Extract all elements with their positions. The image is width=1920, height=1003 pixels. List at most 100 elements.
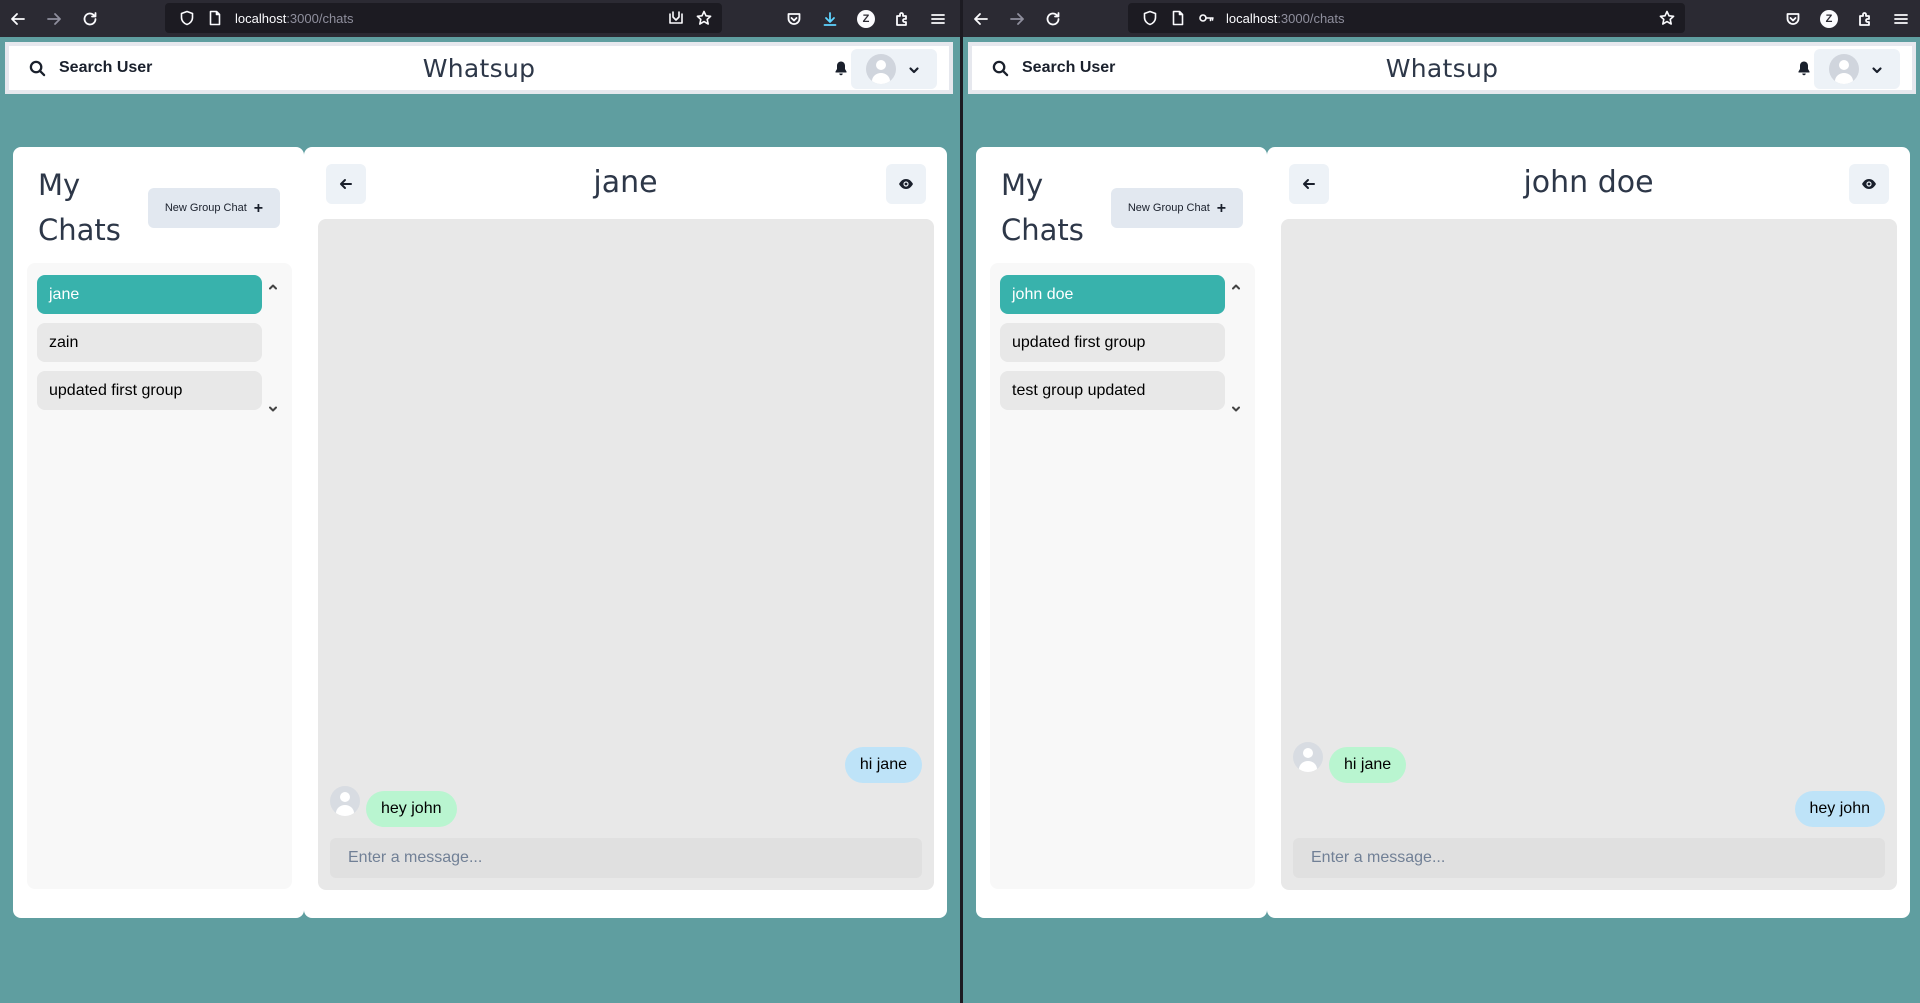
- chat-list-scrollbar[interactable]: [1230, 275, 1242, 412]
- url-host: localhost: [1226, 10, 1278, 26]
- shield-icon[interactable]: [173, 3, 201, 33]
- url-text[interactable]: localhost:3000/chats: [235, 11, 662, 26]
- chat-list-item[interactable]: updated first group: [1000, 323, 1225, 362]
- chat-list-item[interactable]: jane: [37, 275, 262, 314]
- chat-name: john doe: [1012, 285, 1074, 303]
- menu-hamburger-icon[interactable]: [920, 0, 956, 37]
- reload-icon[interactable]: [72, 0, 108, 37]
- shield-icon[interactable]: [1136, 3, 1164, 33]
- search-user-label: Search User: [1022, 59, 1116, 76]
- message-text: hi jane: [1344, 756, 1392, 773]
- chat-list-item[interactable]: zain: [37, 323, 262, 362]
- avatar: [1293, 742, 1323, 772]
- new-group-chat-label: New Group Chat: [1127, 202, 1210, 214]
- new-group-chat-label: New Group Chat: [164, 202, 247, 214]
- scroll-up-icon[interactable]: [1232, 278, 1240, 290]
- message-bubble-sent: hi jane: [844, 747, 922, 783]
- view-profile-button[interactable]: [886, 164, 926, 204]
- message-input[interactable]: [1293, 838, 1885, 878]
- my-chats-title: My Chats: [38, 168, 121, 247]
- new-group-chat-button[interactable]: New Group Chat +: [148, 188, 280, 228]
- chat-name: jane: [49, 285, 80, 303]
- message-text: hey john: [381, 800, 442, 817]
- url-text[interactable]: localhost:3000/chats: [1226, 11, 1653, 26]
- chat-list[interactable]: john doe updated first group test group …: [1000, 275, 1225, 411]
- back-arrow-icon[interactable]: [0, 0, 36, 37]
- chat-list-box: john doe updated first group test group …: [990, 263, 1255, 889]
- back-button[interactable]: [326, 164, 366, 204]
- view-profile-button[interactable]: [1849, 164, 1889, 204]
- plus-icon: +: [1216, 199, 1227, 217]
- avatar: [866, 54, 896, 84]
- key-icon[interactable]: [1192, 3, 1220, 33]
- bell-icon[interactable]: [1796, 60, 1812, 76]
- page-icon[interactable]: [1164, 3, 1192, 33]
- scroll-down-icon[interactable]: [269, 400, 277, 412]
- profile-menu-button[interactable]: [1814, 49, 1900, 89]
- bookmark-star-icon[interactable]: [690, 3, 718, 33]
- search-user-button[interactable]: Search User: [992, 48, 1192, 88]
- message-bubble-received: hey john: [366, 791, 457, 827]
- url-path: :3000/chats: [1277, 10, 1345, 26]
- message-text: hi jane: [859, 756, 907, 773]
- message-bubble-received: hi jane: [1329, 747, 1407, 783]
- url-host: localhost: [235, 10, 287, 26]
- z-extension-icon[interactable]: Z: [848, 0, 884, 37]
- chevron-down-icon: [908, 63, 920, 75]
- browser-window-left: localhost:3000/chats Z Search User Whats…: [0, 0, 960, 1003]
- url-path: :3000/chats: [286, 10, 354, 26]
- search-user-label: Search User: [59, 59, 153, 76]
- url-bar[interactable]: localhost:3000/chats: [1128, 3, 1685, 33]
- bell-icon[interactable]: [833, 60, 849, 76]
- browser-window-right: localhost:3000/chats Z Search User Whats…: [963, 0, 1920, 1003]
- search-icon: [992, 60, 1009, 76]
- scroll-up-icon[interactable]: [269, 278, 277, 290]
- search-icon: [29, 60, 46, 76]
- reader-view-icon[interactable]: [662, 3, 690, 33]
- url-bar[interactable]: localhost:3000/chats: [165, 3, 722, 33]
- messages-area: hi jane hey john: [1281, 219, 1897, 890]
- my-chats-title: My Chats: [1001, 168, 1084, 247]
- extensions-puzzle-icon[interactable]: [1847, 0, 1883, 37]
- forward-arrow-icon[interactable]: [36, 0, 72, 37]
- reload-icon[interactable]: [1035, 0, 1071, 37]
- my-chats-panel: My Chats New Group Chat + john doe update…: [976, 147, 1267, 918]
- menu-hamburger-icon[interactable]: [1883, 0, 1919, 37]
- bookmark-star-icon[interactable]: [1653, 3, 1681, 33]
- chat-list-scrollbar[interactable]: [267, 275, 279, 412]
- pocket-icon[interactable]: [776, 0, 812, 37]
- app-header: Search User Whatsup: [968, 42, 1916, 94]
- chat-list-item[interactable]: john doe: [1000, 275, 1225, 314]
- chat-list-item[interactable]: updated first group: [37, 371, 262, 410]
- message-bubble-sent: hey john: [1794, 791, 1885, 827]
- chat-title: jane: [593, 165, 658, 200]
- extensions-puzzle-icon[interactable]: [884, 0, 920, 37]
- profile-menu-button[interactable]: [851, 49, 937, 89]
- eye-icon: [899, 179, 913, 189]
- message-text: hey john: [1809, 800, 1871, 817]
- browser-toolbar: localhost:3000/chats Z: [963, 0, 1920, 37]
- arrow-left-icon: [340, 179, 352, 189]
- chat-panel: john doe hi jane hey john: [1267, 147, 1910, 918]
- pocket-icon[interactable]: [1775, 0, 1811, 37]
- chevron-down-icon: [1871, 63, 1883, 75]
- avatar: [330, 786, 360, 816]
- scroll-down-icon[interactable]: [1232, 400, 1240, 412]
- my-chats-panel: My Chats New Group Chat + jane zain updat…: [13, 147, 304, 918]
- chat-list[interactable]: jane zain updated first group: [37, 275, 262, 411]
- new-group-chat-button[interactable]: New Group Chat +: [1111, 188, 1243, 228]
- z-extension-icon[interactable]: Z: [1811, 0, 1847, 37]
- page-icon[interactable]: [201, 3, 229, 33]
- download-icon[interactable]: [812, 0, 848, 37]
- back-arrow-icon[interactable]: [963, 0, 999, 37]
- chat-list-box: jane zain updated first group: [27, 263, 292, 889]
- eye-icon: [1862, 179, 1876, 189]
- forward-arrow-icon[interactable]: [999, 0, 1035, 37]
- chat-name: updated first group: [49, 381, 183, 399]
- chat-list-item[interactable]: test group updated: [1000, 371, 1225, 410]
- back-button[interactable]: [1289, 164, 1329, 204]
- arrow-left-icon: [1303, 179, 1315, 189]
- app-header: Search User Whatsup: [5, 42, 953, 94]
- message-input[interactable]: [330, 838, 922, 878]
- search-user-button[interactable]: Search User: [29, 48, 229, 88]
